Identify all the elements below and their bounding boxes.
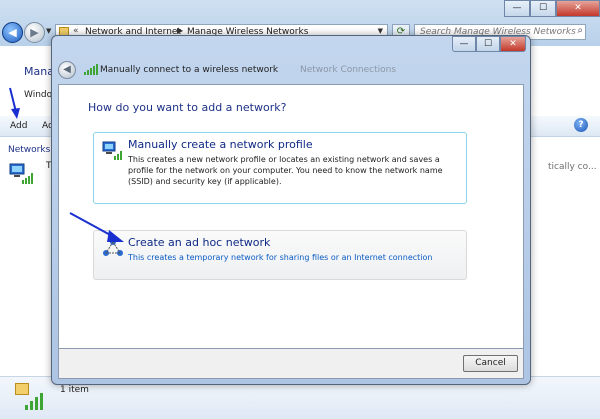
wireless-network-icon[interactable] xyxy=(8,160,34,186)
option-manual-title: Manually create a network profile xyxy=(128,138,313,151)
add-button[interactable]: Add xyxy=(10,121,27,131)
signal-strength-icon xyxy=(25,393,43,410)
dialog-footer: Cancel xyxy=(58,349,524,379)
back-arrow-icon: ◀ xyxy=(63,64,71,75)
background-window-title: Network Connections xyxy=(300,65,397,75)
option-ad-hoc-title: Create an ad hoc network xyxy=(128,236,271,249)
dialog-title: Manually connect to a wireless network xyxy=(100,65,279,75)
page-title: Mana xyxy=(24,65,54,78)
forward-button[interactable]: ▶ xyxy=(24,22,45,43)
explorer-maximize-button[interactable]: ☐ xyxy=(530,0,556,17)
network-item-status: tically co... xyxy=(548,162,597,172)
back-arrow-icon: ◀ xyxy=(8,26,17,39)
option-manual-description: This creates a new network profile or lo… xyxy=(128,155,443,186)
search-icon: ⌕ xyxy=(577,25,583,36)
wireless-computer-icon xyxy=(102,141,122,160)
explorer-minimize-button[interactable]: — xyxy=(504,0,530,17)
dialog-question: How do you want to add a network? xyxy=(88,101,287,114)
dialog-maximize-button[interactable]: ☐ xyxy=(476,36,500,52)
chevron-down-icon[interactable]: ▼ xyxy=(378,27,383,35)
dialog-close-button[interactable]: ✕ xyxy=(500,36,526,52)
option-manual-profile[interactable]: Manually create a network profile This c… xyxy=(93,132,467,204)
option-ad-hoc-description: This creates a temporary network for sha… xyxy=(128,253,433,262)
explorer-close-button[interactable]: ✕ xyxy=(556,0,600,17)
annotation-arrow-add xyxy=(9,87,20,119)
dialog-minimize-button[interactable]: — xyxy=(452,36,476,52)
option-ad-hoc-network[interactable]: Create an ad hoc network This creates a … xyxy=(93,230,467,280)
forward-arrow-icon: ▶ xyxy=(30,26,39,39)
cancel-button[interactable]: Cancel xyxy=(463,355,518,372)
dialog-back-button[interactable]: ◀ xyxy=(58,61,76,79)
annotation-arrow-ad-hoc xyxy=(69,212,124,242)
recent-pages-dropdown[interactable]: ▼ xyxy=(46,27,51,35)
chevron-down-icon: ▼ xyxy=(46,27,52,35)
help-icon[interactable]: ? xyxy=(574,118,588,132)
wireless-signal-icon xyxy=(84,64,98,75)
dialog-content: How do you want to add a network? Manual… xyxy=(58,84,524,349)
page-description: Windo xyxy=(24,90,53,100)
breadcrumb-separator-icon[interactable]: ▶ xyxy=(177,26,183,35)
item-count: 1 item xyxy=(60,385,89,395)
back-button[interactable]: ◀ xyxy=(2,22,23,43)
